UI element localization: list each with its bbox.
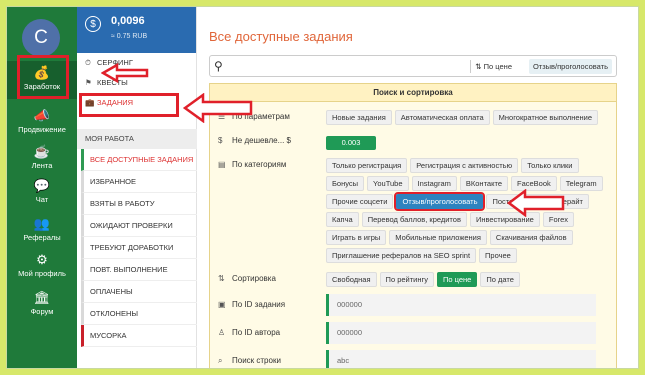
forum-icon: 🏛 — [33, 290, 51, 305]
tag-category[interactable]: ВКонтакте — [459, 176, 508, 191]
tag-category[interactable]: Скачивания файлов — [489, 230, 573, 245]
work-item-favorites[interactable]: ИЗБРАННОЕ — [81, 171, 197, 193]
nav-item-chat[interactable]: 💬 Чат — [7, 178, 77, 205]
price-input[interactable]: 0.003 — [326, 136, 376, 150]
work-item-pending[interactable]: ОЖИДАЮТ ПРОВЕРКИ — [81, 215, 197, 237]
dollar-icon: $ — [85, 16, 101, 32]
megaphone-icon: 📣 — [33, 108, 51, 123]
sub-menu: $ 0,0096 ≈ 0.75 RUB ⏱ СЕРФИНГ ⚑ КВЕСТЫ 💼 ЗА… — [77, 7, 197, 368]
tag-category[interactable]: Instagram — [411, 176, 457, 191]
sort-date[interactable]: По дате — [480, 272, 520, 287]
highlight-tasks — [79, 93, 179, 117]
tag-new-tasks[interactable]: Новые задания — [326, 110, 392, 125]
page-title: Все доступные задания — [209, 29, 353, 44]
nav-item-feed[interactable]: ☕ Лента — [7, 144, 77, 171]
search-sort-panel: Поиск и сортировка ☰ По параметрам Новые … — [209, 83, 617, 368]
filter-review-button[interactable]: Отзыв/проголосовать — [528, 59, 612, 74]
work-item-paid[interactable]: ОПЛАЧЕНЫ — [81, 281, 197, 303]
arrow-annotation-icon — [183, 93, 253, 123]
arrow-annotation-icon — [507, 189, 565, 217]
avatar[interactable]: C — [22, 19, 60, 57]
author-id-label: ♙ По ID автора — [218, 328, 281, 337]
work-item-all[interactable]: ВСЕ ДОСТУПНЫЕ ЗАДАНИЯ — [81, 149, 197, 171]
panel-title: Поиск и сортировка — [210, 84, 616, 102]
search-string-input[interactable]: abc — [326, 350, 596, 368]
app-window: C 💰 Заработок 📣 Продвижение ☕ Лента 💬 Ча… — [6, 6, 639, 369]
work-item-repeat[interactable]: ПОВТ. ВЫПОЛНЕНИЕ — [81, 259, 197, 281]
search-icon: ⚲ — [214, 59, 223, 73]
nav-item-promotion[interactable]: 📣 Продвижение — [7, 108, 77, 135]
highlight-earnings — [17, 55, 69, 99]
work-item-rejected[interactable]: ОТКЛОНЕНЫ — [81, 303, 197, 325]
sort-label: ⇅ Сортировка — [218, 274, 276, 283]
sort-tags: Свободная По рейтингу По цене По дате — [326, 272, 610, 290]
tag-category[interactable]: Только регистрация — [326, 158, 408, 173]
sort-by-price-button[interactable]: ⇅ По цене — [470, 60, 516, 73]
task-id-label: ▣ По ID задания — [218, 300, 286, 309]
tag-multi-exec[interactable]: Многократное выполнение — [492, 110, 599, 125]
work-item-rework[interactable]: ТРЕБУЮТ ДОРАБОТКИ — [81, 237, 197, 259]
nav-item-referrals[interactable]: 👥 Рефералы — [7, 216, 77, 243]
list-icon: ▤ — [218, 160, 226, 169]
tag-auto-pay[interactable]: Автоматическая оплата — [394, 110, 490, 125]
sort-icon: ⇅ — [475, 62, 484, 71]
users-icon: 👥 — [33, 216, 51, 231]
tag-category[interactable]: Приглашение рефералов на SEO sprint — [326, 248, 477, 263]
tag-category[interactable]: YouTube — [367, 176, 409, 191]
coffee-icon: ☕ — [33, 144, 51, 159]
main-content: Все доступные задания ⚲ ⇅ По цене Отзыв/… — [197, 7, 638, 368]
tag-category[interactable]: Только клики — [521, 158, 579, 173]
work-list: ВСЕ ДОСТУПНЫЕ ЗАДАНИЯ ИЗБРАННОЕ ВЗЯТЫ В … — [81, 149, 197, 347]
sort-price-active[interactable]: По цене — [436, 272, 478, 287]
params-tags: Новые задания Автоматическая оплата Многок… — [326, 110, 610, 128]
nav-item-forum[interactable]: 🏛 Форум — [7, 290, 77, 317]
tag-category[interactable]: Бонусы — [326, 176, 365, 191]
search-bar[interactable]: ⚲ ⇅ По цене Отзыв/проголосовать — [209, 55, 617, 77]
task-id-input[interactable]: 000000 — [326, 294, 596, 316]
tag-category-review-selected[interactable]: Отзыв/проголосовать — [394, 192, 486, 211]
tag-category[interactable]: Капча — [326, 212, 359, 227]
tag-category[interactable]: Мобильные приложения — [389, 230, 487, 245]
category-tags: Только регистрация Регистрация с активнос… — [326, 158, 610, 266]
quest-icon: ⚑ — [85, 78, 92, 87]
arrow-annotation-icon — [101, 63, 149, 83]
search-string-label: ⌕ Поиск строки — [218, 356, 281, 365]
tag-category[interactable]: Регистрация с активностью — [410, 158, 519, 173]
clock-icon: ⏱ — [85, 58, 91, 67]
sort-icon: ⇅ — [218, 274, 225, 283]
category-label: ▤ По категориям — [218, 160, 287, 169]
text-search-icon: ⌕ — [218, 356, 223, 365]
work-item-trash[interactable]: МУСОРКА — [81, 325, 197, 347]
dollar-bag-icon: $ — [218, 136, 223, 145]
gear-icon: ⚙ — [36, 252, 48, 267]
work-item-in-progress[interactable]: ВЗЯТЫ В РАБОТУ — [81, 193, 197, 215]
my-work-header: МОЯ РАБОТА — [77, 129, 197, 149]
price-label: $ Не дешевле... $ — [218, 136, 291, 145]
tag-category[interactable]: Прочее — [479, 248, 517, 263]
balance-panel: $ 0,0096 ≈ 0.75 RUB — [77, 7, 196, 53]
user-icon: ♙ — [218, 328, 226, 337]
id-card-icon: ▣ — [218, 300, 226, 309]
sort-rating[interactable]: По рейтингу — [379, 272, 434, 287]
balance-rub: ≈ 0.75 RUB — [111, 33, 148, 40]
tag-category[interactable]: Играть в игры — [326, 230, 387, 245]
balance-amount: 0,0096 — [111, 15, 145, 27]
tag-category[interactable]: Прочие соцсети — [326, 194, 394, 209]
tag-category[interactable]: Перевод баллов, кредитов — [361, 212, 467, 227]
author-id-input[interactable]: 000000 — [326, 322, 596, 344]
chat-icon: 💬 — [33, 178, 51, 193]
nav-item-profile[interactable]: ⚙ Мой профиль — [7, 252, 77, 279]
sort-free[interactable]: Свободная — [326, 272, 377, 287]
